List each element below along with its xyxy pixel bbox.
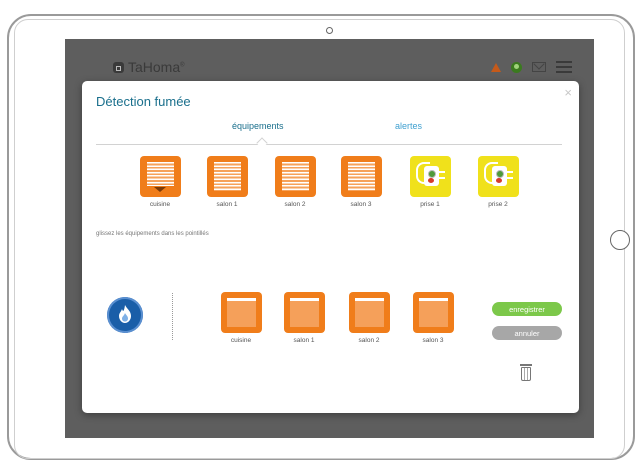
device-cuisine[interactable]: cuisine (136, 156, 184, 208)
app-logo: TaHoma® (113, 59, 185, 75)
save-button[interactable]: enregistrer (492, 302, 562, 316)
device-label: salon 3 (350, 201, 372, 208)
cancel-button[interactable]: annuler (492, 326, 562, 340)
tab-equipements[interactable]: équipements (232, 121, 284, 131)
shutter-icon (412, 292, 454, 333)
drag-hint: glissez les équipements dans les pointil… (96, 231, 209, 237)
plug-icon (477, 156, 519, 197)
camera-icon (326, 27, 333, 34)
home-button[interactable] (610, 230, 630, 250)
shutter-icon (340, 156, 382, 197)
tahoma-logo-icon (113, 61, 124, 73)
target-cuisine[interactable]: cuisine (217, 292, 265, 344)
drop-zone-separator (172, 293, 173, 340)
device-salon-2[interactable]: salon 2 (271, 156, 319, 208)
device-label: cuisine (230, 337, 252, 344)
smoke-detection-dialog: Détection fumée × équipements alertes cu… (82, 81, 579, 413)
warning-icon[interactable] (491, 62, 501, 72)
device-label: salon 1 (293, 337, 315, 344)
shutter-icon (220, 292, 262, 333)
device-prise-2[interactable]: prise 2 (474, 156, 522, 208)
close-icon[interactable]: × (564, 85, 572, 100)
device-label: salon 2 (358, 337, 380, 344)
target-salon-2[interactable]: salon 2 (345, 292, 393, 344)
dialog-title: Détection fumée (96, 94, 191, 109)
brand-name: TaHoma® (128, 59, 185, 75)
shutter-icon (283, 292, 325, 333)
target-salon-3[interactable]: salon 3 (409, 292, 457, 344)
menu-icon[interactable] (556, 61, 572, 73)
mail-icon[interactable] (532, 62, 546, 72)
shutter-icon (348, 292, 390, 333)
header-toolbar (491, 61, 572, 73)
plug-icon (409, 156, 451, 197)
device-label: salon 2 (284, 201, 306, 208)
shutter-icon (274, 156, 316, 197)
user-icon[interactable] (511, 61, 522, 73)
smoke-detector-icon (107, 297, 143, 333)
device-label: salon 3 (422, 337, 444, 344)
shutter-icon (139, 156, 181, 197)
device-label: prise 2 (488, 201, 508, 208)
active-tab-indicator (256, 137, 268, 149)
tab-alertes[interactable]: alertes (395, 121, 422, 131)
arrow-down-icon (153, 187, 166, 192)
device-salon-1[interactable]: salon 1 (203, 156, 251, 208)
device-label: prise 1 (420, 201, 440, 208)
device-salon-3[interactable]: salon 3 (337, 156, 385, 208)
device-label: cuisine (149, 201, 171, 208)
device-label: salon 1 (216, 201, 238, 208)
shutter-icon (206, 156, 248, 197)
target-salon-1[interactable]: salon 1 (280, 292, 328, 344)
device-prise-1[interactable]: prise 1 (406, 156, 454, 208)
tab-divider (96, 144, 562, 145)
trash-icon[interactable] (520, 364, 532, 381)
